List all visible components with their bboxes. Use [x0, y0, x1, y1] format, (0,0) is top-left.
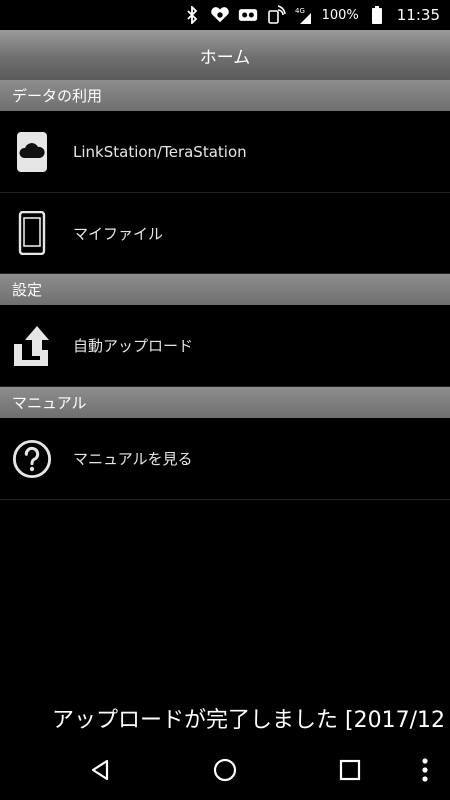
status-bar: 4G 100% 11:35 — [0, 0, 450, 30]
app-bar: ホーム — [0, 30, 450, 80]
battery-percent: 100% — [321, 7, 359, 23]
list-item-label: マイファイル — [73, 224, 164, 243]
recents-icon[interactable] — [335, 755, 365, 785]
heart-icon — [210, 5, 230, 25]
home-icon[interactable] — [210, 755, 240, 785]
page-title: ホーム — [199, 47, 251, 68]
help-icon — [12, 436, 52, 482]
section-title: 設定 — [12, 281, 43, 299]
cloud-storage-icon — [12, 129, 52, 175]
section-header-settings: 設定 — [0, 274, 450, 305]
more-icon[interactable] — [410, 755, 440, 785]
back-icon[interactable] — [85, 755, 115, 785]
list-item-auto-upload[interactable]: 自動アップロード — [0, 305, 450, 387]
battery-icon — [367, 5, 387, 25]
upload-complete-toast: アップロードが完了しました [2017/12 — [52, 708, 445, 733]
list-item-label: LinkStation/TeraStation — [73, 142, 247, 161]
status-icons: 4G 100% 11:35 — [182, 0, 440, 30]
upload-icon — [12, 323, 52, 369]
list-item-view-manual[interactable]: マニュアルを見る — [0, 418, 450, 500]
section-header-data-usage: データの利用 — [0, 80, 450, 111]
vr-icon — [238, 5, 258, 25]
list-item-linkstation[interactable]: LinkStation/TeraStation — [0, 111, 450, 193]
list-item-my-files[interactable]: マイファイル — [0, 193, 450, 274]
clock: 11:35 — [396, 6, 440, 24]
phone-icon — [12, 210, 52, 256]
signal-4g-icon: 4G — [294, 5, 314, 25]
list-item-label: 自動アップロード — [73, 337, 194, 355]
section-title: マニュアル — [12, 394, 87, 412]
svg-text:4G: 4G — [295, 7, 305, 15]
section-title: データの利用 — [12, 87, 103, 105]
list-item-label: マニュアルを見る — [73, 450, 193, 468]
section-header-manual: マニュアル — [0, 387, 450, 418]
nfc-icon — [266, 5, 286, 25]
bluetooth-icon — [182, 5, 202, 25]
navigation-bar — [0, 740, 450, 800]
